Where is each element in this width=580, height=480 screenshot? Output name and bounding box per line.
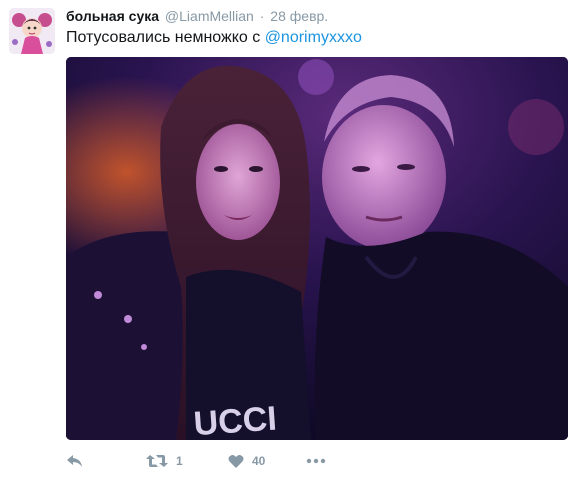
tweet-actions: 1 40 [66,448,570,474]
like-count: 40 [252,454,266,468]
tweet-photo[interactable]: UCCI [66,57,568,440]
retweet-button[interactable]: 1 [146,448,183,474]
mention-link[interactable]: @norimyxxxo [265,29,362,46]
tweet-header: больная сука @LiamMellian · 28 февр. [66,7,570,25]
timestamp-separator: · [259,8,265,24]
reply-icon [66,453,84,469]
svg-text:UCCI: UCCI [192,399,278,440]
heart-icon [228,454,244,469]
like-button[interactable]: 40 [228,448,265,474]
tweet: больная сука @LiamMellian · 28 февр. Пот… [0,0,580,480]
more-icon [306,458,326,464]
author-display-name[interactable]: больная сука [66,8,159,24]
retweet-count: 1 [176,454,183,468]
author-handle[interactable]: @LiamMellian [165,8,254,24]
more-button[interactable] [306,448,326,474]
avatar[interactable] [9,8,55,54]
tweet-timestamp[interactable]: 28 февр. [270,8,328,24]
retweet-icon [146,453,168,469]
tweet-text: Потусовались немножко с @norimyxxxo [66,28,570,48]
reply-button[interactable] [66,448,84,474]
tweet-text-body: Потусовались немножко с [66,29,265,46]
